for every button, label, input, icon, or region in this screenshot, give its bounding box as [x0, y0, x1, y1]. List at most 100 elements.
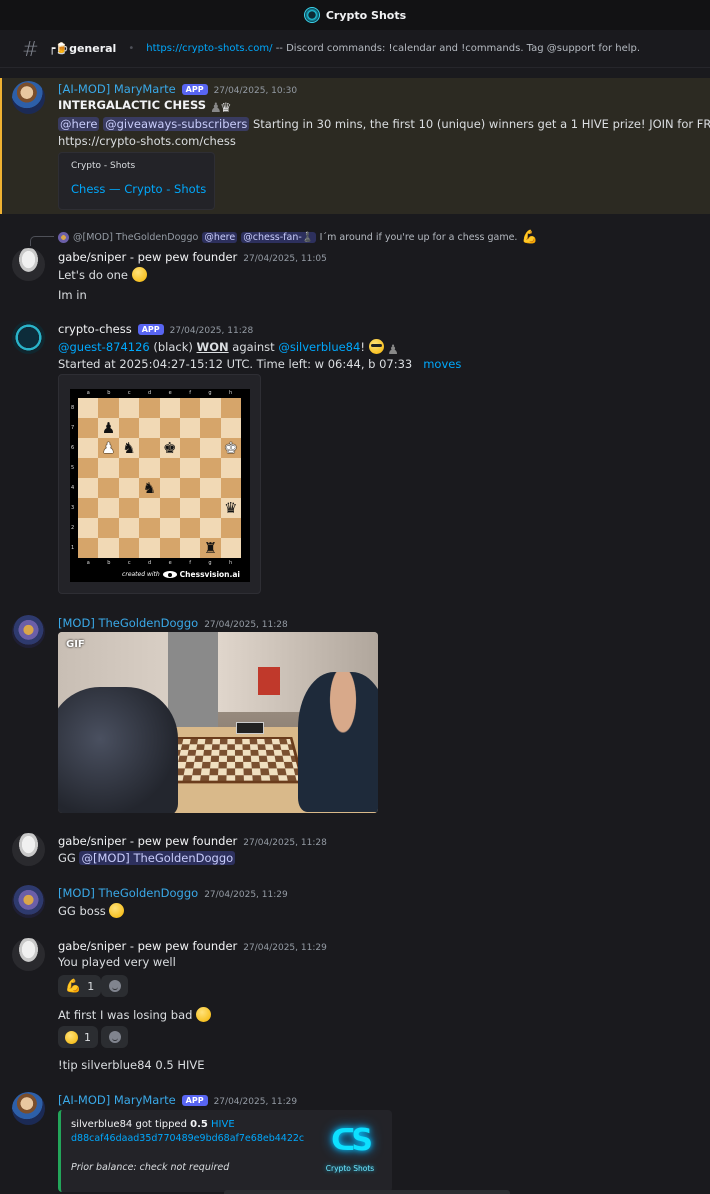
gif-player-left: [58, 687, 178, 813]
avatar[interactable]: [12, 938, 45, 971]
avatar[interactable]: [12, 248, 45, 281]
timestamp[interactable]: 27/04/2025, 11:28: [170, 326, 254, 336]
mention-winner[interactable]: @guest-874126: [58, 340, 150, 354]
board-square: [220, 518, 241, 538]
board-square: [179, 458, 201, 478]
board-square: [98, 538, 119, 558]
channel-name[interactable]: ┍🍺general: [49, 42, 117, 55]
black-knight-icon: ♞: [142, 478, 157, 497]
board-square: ♚: [159, 438, 180, 458]
board-square: [159, 398, 180, 418]
board-square: [220, 418, 241, 438]
message-header: [MOD] TheGoldenDoggo 27/04/2025, 11:29: [58, 886, 288, 900]
board-square: [139, 498, 160, 518]
board-square: [220, 538, 241, 558]
add-reaction-button[interactable]: [101, 975, 128, 997]
chess-gif[interactable]: GIF: [58, 632, 378, 813]
message-body: Let's do one: [58, 268, 132, 282]
tip-currency-link[interactable]: HIVE: [208, 1119, 235, 1130]
board-square: [139, 438, 160, 458]
file-label: c: [127, 390, 131, 396]
username[interactable]: gabe/sniper - pew pew founder: [58, 834, 237, 848]
avatar[interactable]: [12, 1092, 45, 1125]
tip-hash-link[interactable]: d88caf46daad35d770489e9bd68af7e68eb4422c: [71, 1133, 304, 1144]
timestamp[interactable]: 27/04/2025, 11:28: [204, 620, 288, 630]
add-reaction-button[interactable]: [101, 1026, 128, 1048]
moves-link[interactable]: moves: [423, 357, 461, 371]
board-square: ♜: [200, 538, 221, 558]
username[interactable]: [AI-MOD] MaryMarte: [58, 82, 176, 96]
message-input-edge[interactable]: [224, 1190, 510, 1194]
mention-here[interactable]: @here: [58, 117, 100, 131]
board-square: [179, 538, 201, 558]
message-link[interactable]: https://crypto-shots.com/chess: [58, 134, 236, 148]
message-title: INTERGALACTIC CHESS ♟♛: [58, 98, 232, 116]
chessboard-image-embed[interactable]: a b c d e f g h 8 7 6 5 4 3 2 1 ♟ ♟ ♞ ♚ ♚ ♞ ♛ ♜ a b c d e f g h crea…: [58, 374, 261, 594]
timestamp[interactable]: 27/04/2025, 11:29: [204, 890, 288, 900]
rank-label: 2: [71, 525, 75, 531]
mention-user[interactable]: @[MOD] TheGoldenDoggo: [79, 851, 236, 865]
timestamp[interactable]: 27/04/2025, 11:29: [214, 1097, 298, 1107]
message-header: gabe/sniper - pew pew founder 27/04/2025…: [58, 250, 327, 264]
file-label: h: [229, 390, 233, 396]
rank-label: 5: [71, 465, 75, 471]
board-square: [200, 458, 221, 478]
flexed-bicep-emoji: 💪: [521, 230, 538, 245]
add-reaction-icon: [108, 1031, 121, 1043]
logo-text: Crypto Shots: [325, 1164, 375, 1173]
rank-label: 1: [71, 545, 75, 551]
avatar[interactable]: [12, 885, 45, 918]
board-square: [118, 498, 140, 518]
grinning-emoji: [65, 1030, 78, 1044]
timestamp[interactable]: 27/04/2025, 10:30: [214, 86, 298, 96]
avatar[interactable]: [12, 615, 45, 648]
grinning-emoji: [131, 267, 147, 282]
avatar[interactable]: [12, 833, 45, 866]
board-square: [159, 498, 180, 518]
username[interactable]: [MOD] TheGoldenDoggo: [58, 886, 198, 900]
exclaim-text: !: [360, 340, 365, 354]
reply-author[interactable]: @[MOD] TheGoldenDoggo: [73, 232, 198, 243]
username[interactable]: [AI-MOD] MaryMarte: [58, 1093, 176, 1107]
board-square: [78, 458, 99, 478]
board-square: [98, 458, 119, 478]
grinning-emoji: [109, 903, 125, 918]
board-square: [78, 438, 99, 458]
file-label: a: [86, 560, 90, 566]
timestamp[interactable]: 27/04/2025, 11:05: [243, 254, 327, 264]
reply-mention-here[interactable]: @here: [202, 232, 238, 243]
avatar[interactable]: [12, 321, 45, 354]
message-header: gabe/sniper - pew pew founder 27/04/2025…: [58, 939, 327, 953]
username[interactable]: crypto-chess: [58, 322, 132, 336]
username[interactable]: [MOD] TheGoldenDoggo: [58, 616, 198, 630]
board-square: [78, 498, 99, 518]
board-square: [118, 398, 140, 418]
board-square: [78, 538, 99, 558]
reply-preview[interactable]: @[MOD] TheGoldenDoggo @here @chess-fan-♟…: [58, 230, 538, 245]
avatar[interactable]: [12, 81, 45, 114]
rank-label: 7: [71, 425, 75, 431]
mention-loser[interactable]: @silverblue84: [278, 340, 360, 354]
timestamp[interactable]: 27/04/2025, 11:28: [243, 838, 327, 848]
embed-title[interactable]: Chess — Crypto - Shots: [71, 182, 206, 196]
rank-label: 6: [71, 445, 75, 451]
username[interactable]: gabe/sniper - pew pew founder: [58, 939, 237, 953]
reaction-grinning[interactable]: 1: [58, 1026, 98, 1048]
title-text: INTERGALACTIC CHESS: [58, 98, 207, 112]
reply-mention-role[interactable]: @chess-fan-♟️: [241, 232, 316, 243]
reaction-flexed-bicep[interactable]: 💪 1: [58, 975, 102, 997]
eye-icon: [162, 571, 177, 578]
topic-link[interactable]: https://crypto-shots.com/: [146, 43, 272, 54]
rank-labels: 8 7 6 5 4 3 2 1: [71, 398, 74, 558]
embed-provider[interactable]: Crypto - Shots: [71, 161, 135, 171]
board-square: [78, 518, 99, 538]
chess-queen-icon: ♛: [220, 101, 232, 116]
board-square: [159, 518, 180, 538]
mention-role[interactable]: @giveaways-subscribers: [103, 117, 250, 131]
file-label: b: [107, 390, 111, 396]
reply-connector: [30, 236, 54, 246]
timestamp[interactable]: 27/04/2025, 11:29: [243, 943, 327, 953]
board-square: [98, 478, 119, 498]
username[interactable]: gabe/sniper - pew pew founder: [58, 250, 237, 264]
board-square: [118, 418, 140, 438]
